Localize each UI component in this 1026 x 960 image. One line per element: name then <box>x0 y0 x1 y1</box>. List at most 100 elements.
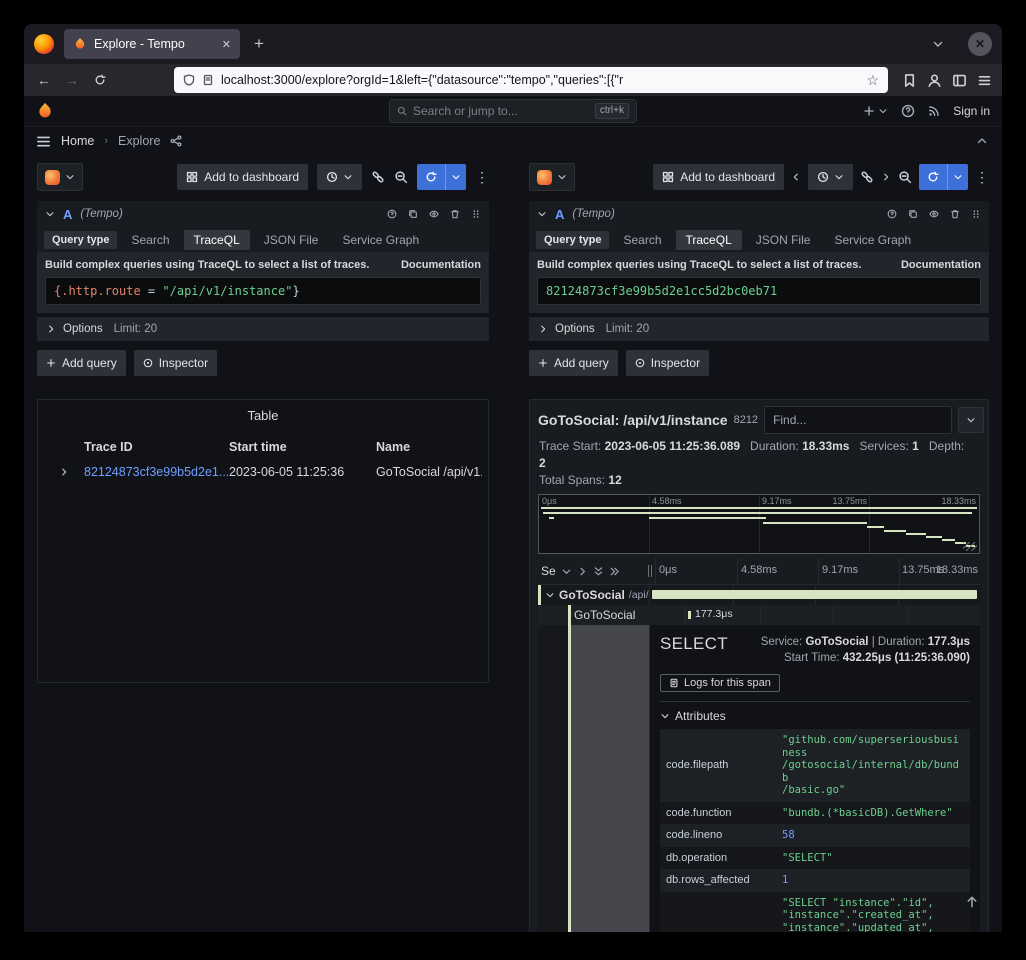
zoom-out-icon[interactable] <box>394 170 408 184</box>
breadcrumb-home[interactable]: Home <box>61 134 94 148</box>
add-query-button[interactable]: Add query <box>37 350 126 376</box>
new-menu-button[interactable] <box>863 105 888 117</box>
collapse-query-icon[interactable] <box>45 209 55 219</box>
news-icon[interactable] <box>928 105 940 117</box>
logs-for-span-button[interactable]: Logs for this span <box>660 674 780 692</box>
query-letter[interactable]: A <box>555 207 564 222</box>
copy-icon[interactable] <box>908 209 918 219</box>
tab-close-icon[interactable]: ✕ <box>222 38 231 51</box>
col-start-time[interactable]: Start time <box>229 440 376 454</box>
expand-all-icon[interactable] <box>609 566 620 577</box>
attribute-row[interactable]: db.rows_affected1 <box>660 869 970 892</box>
documentation-link[interactable]: Documentation <box>901 259 981 271</box>
grafana-logo[interactable] <box>36 102 54 120</box>
eye-icon[interactable] <box>929 209 939 219</box>
inspector-button[interactable]: Inspector <box>626 350 709 376</box>
attribute-row[interactable]: code.function"bundb.(*basicDB).GetWhere" <box>660 802 970 825</box>
drag-handle-icon[interactable] <box>971 209 981 219</box>
col-trace-id[interactable]: Trace ID <box>84 440 229 454</box>
documentation-link[interactable]: Documentation <box>401 259 481 271</box>
help-icon[interactable] <box>387 209 397 219</box>
link-icon[interactable] <box>860 170 874 184</box>
site-info-icon[interactable] <box>202 74 214 86</box>
tab-json-file[interactable]: JSON File <box>746 230 821 250</box>
share-icon[interactable] <box>170 135 182 147</box>
mega-menu-icon[interactable] <box>36 134 51 149</box>
sidebar-icon[interactable] <box>952 73 967 88</box>
span-bar[interactable] <box>652 590 977 599</box>
collapse-query-icon[interactable] <box>537 209 547 219</box>
browser-tab[interactable]: Explore - Tempo ✕ <box>64 29 240 59</box>
attribute-row[interactable]: code.filepath"github.com/superseriousbus… <box>660 729 970 802</box>
eye-icon[interactable] <box>429 209 439 219</box>
datasource-picker[interactable] <box>37 163 83 191</box>
shift-time-forward-icon[interactable] <box>881 172 891 182</box>
run-query-button[interactable] <box>417 164 466 190</box>
collapse-toolbar-icon[interactable] <box>976 135 988 147</box>
trash-icon[interactable] <box>950 209 960 219</box>
attributes-accordion[interactable]: Attributes <box>660 709 970 723</box>
copy-icon[interactable] <box>408 209 418 219</box>
next-result-button[interactable] <box>958 407 984 433</box>
zoom-out-icon[interactable] <box>898 170 912 184</box>
span-row-child[interactable]: GoToSocial 177.3μs <box>538 605 980 625</box>
menu-icon[interactable] <box>977 73 992 88</box>
run-query-button[interactable] <box>919 164 968 190</box>
chevron-down-icon[interactable] <box>445 164 466 190</box>
traceql-query-input[interactable]: 82124873cf3e99b5d2e1cc5d2bc0eb71 <box>537 277 981 305</box>
list-tabs-icon[interactable] <box>932 38 944 50</box>
collapse-all-icon[interactable] <box>593 566 604 577</box>
tab-service-graph[interactable]: Service Graph <box>332 230 429 250</box>
add-query-button[interactable]: Add query <box>529 350 618 376</box>
span-row-root[interactable]: GoToSocial /api/... <box>538 585 980 605</box>
query-options-row[interactable]: Options Limit: 20 <box>37 317 489 341</box>
sign-in-button[interactable]: Sign in <box>953 104 990 118</box>
trace-minimap[interactable]: 0μs 4.58ms 9.17ms 13.75ms 18.33ms <box>538 494 980 554</box>
tab-json-file[interactable]: JSON File <box>254 230 329 250</box>
minimap-resize-handle[interactable] <box>963 542 977 551</box>
kebab-menu-icon[interactable]: ⋮ <box>975 169 989 186</box>
tab-search[interactable]: Search <box>121 230 179 250</box>
add-to-dashboard-button[interactable]: Add to dashboard <box>177 164 308 190</box>
table-row[interactable]: 82124873cf3e99b5d2e1... 2023-06-05 11:25… <box>38 459 488 485</box>
url-field[interactable]: localhost:3000/explore?orgId=1&left={"da… <box>174 67 888 93</box>
traceql-query-input[interactable]: {.http.route = "/api/v1/instance"} <box>45 277 481 305</box>
shield-icon[interactable] <box>183 74 195 86</box>
tab-traceql[interactable]: TraceQL <box>676 230 742 250</box>
attribute-row[interactable]: code.lineno58 <box>660 824 970 847</box>
kebab-menu-icon[interactable]: ⋮ <box>475 169 489 186</box>
bookmark-star-icon[interactable]: ☆ <box>866 72 879 89</box>
tab-search[interactable]: Search <box>613 230 671 250</box>
chevron-down-icon[interactable] <box>545 590 555 600</box>
reload-button[interactable] <box>88 68 112 92</box>
query-letter[interactable]: A <box>63 207 72 222</box>
attribute-row[interactable]: db.statement"SELECT "instance"."id", "in… <box>660 892 970 933</box>
account-icon[interactable] <box>927 73 942 88</box>
window-close-button[interactable]: ✕ <box>968 32 992 56</box>
tab-traceql[interactable]: TraceQL <box>184 230 250 250</box>
search-input[interactable]: Search or jump to... ctrl+k <box>389 99 637 123</box>
chevron-down-icon[interactable] <box>561 566 572 577</box>
save-to-pocket-icon[interactable] <box>902 73 917 88</box>
datasource-picker[interactable] <box>529 163 575 191</box>
scroll-to-top-icon[interactable] <box>965 895 979 909</box>
back-button[interactable]: ← <box>32 68 56 92</box>
chevron-right-icon[interactable] <box>577 566 588 577</box>
link-icon[interactable] <box>371 170 385 184</box>
trash-icon[interactable] <box>450 209 460 219</box>
shift-time-back-icon[interactable] <box>791 172 801 182</box>
add-to-dashboard-button[interactable]: Add to dashboard <box>653 164 784 190</box>
expand-row-icon[interactable] <box>44 467 84 477</box>
attribute-row[interactable]: db.operation"SELECT" <box>660 847 970 870</box>
trace-id-link[interactable]: 82124873cf3e99b5d2e1... <box>84 465 229 479</box>
forward-button[interactable]: → <box>60 68 84 92</box>
time-range-picker[interactable] <box>317 164 362 190</box>
new-tab-button[interactable]: + <box>250 34 268 54</box>
query-options-row[interactable]: Options Limit: 20 <box>529 317 989 341</box>
find-input[interactable] <box>764 406 952 434</box>
tab-service-graph[interactable]: Service Graph <box>824 230 921 250</box>
help-icon[interactable] <box>887 209 897 219</box>
chevron-down-icon[interactable] <box>947 164 968 190</box>
col-name[interactable]: Name <box>376 440 482 454</box>
help-icon[interactable] <box>901 104 915 118</box>
